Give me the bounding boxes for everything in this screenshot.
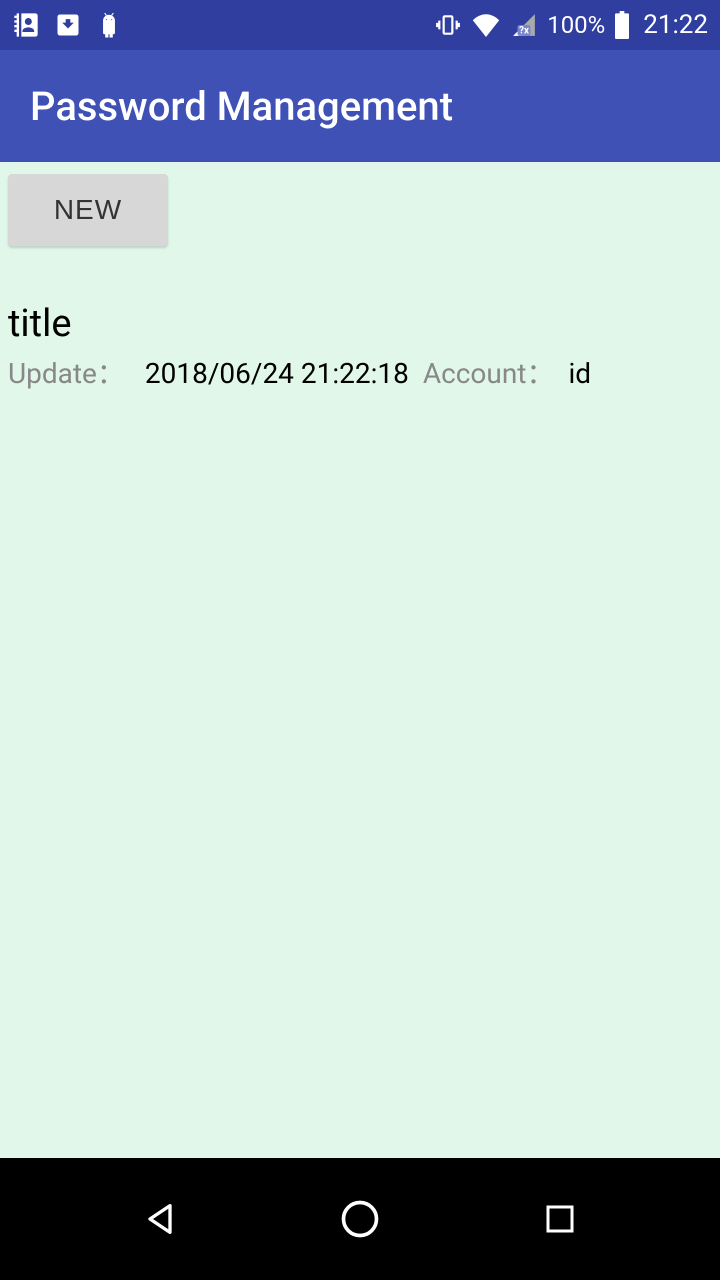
update-label: Update： (8, 352, 125, 392)
battery-percentage: 100% (547, 11, 605, 39)
nav-bar (0, 1158, 720, 1280)
password-list-item[interactable]: title Update： 2018/06/24 21:22:18 Accoun… (8, 302, 712, 392)
signal-icon: ?x (509, 12, 539, 38)
status-left (12, 9, 122, 41)
share-icon (54, 10, 82, 40)
back-button[interactable] (130, 1189, 190, 1249)
page-title: Password Management (30, 83, 453, 130)
android-icon (96, 9, 122, 41)
account-value: id (568, 357, 591, 390)
account-label: Account： (423, 352, 555, 392)
item-title: title (8, 302, 712, 346)
app-bar: Password Management (0, 50, 720, 162)
status-bar: ?x 100% 21:22 (0, 0, 720, 50)
item-meta: Update： 2018/06/24 21:22:18 Account： id (8, 352, 712, 392)
battery-icon (613, 11, 631, 39)
status-right: ?x 100% 21:22 (433, 10, 708, 40)
new-button[interactable]: NEW (8, 174, 168, 246)
vibrate-icon (433, 12, 463, 38)
main-content: NEW title Update： 2018/06/24 21:22:18 Ac… (0, 162, 720, 1158)
update-value: 2018/06/24 21:22:18 (145, 357, 409, 390)
clock: 21:22 (643, 10, 708, 40)
svg-text:?x: ?x (519, 26, 529, 37)
wifi-icon (471, 13, 501, 37)
home-button[interactable] (330, 1189, 390, 1249)
recent-apps-button[interactable] (530, 1189, 590, 1249)
contacts-icon (12, 10, 40, 40)
